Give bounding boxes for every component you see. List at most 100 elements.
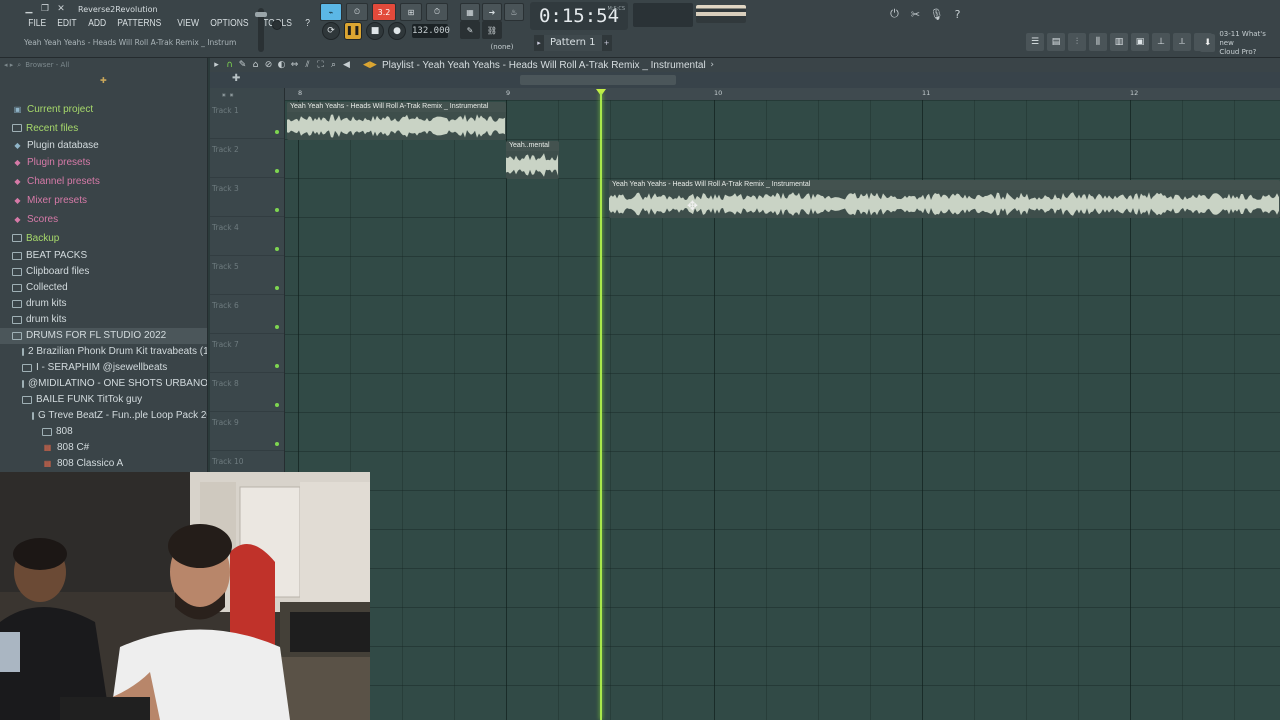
news-panel[interactable]: ⬇ 03-11 What's new Cloud Pro? bbox=[1200, 30, 1280, 56]
track-mute-led[interactable] bbox=[275, 442, 279, 446]
paint-icon[interactable]: ⌂ bbox=[249, 59, 262, 72]
minimize-icon[interactable]: ▁ bbox=[24, 4, 34, 14]
close-icon[interactable]: ✕ bbox=[56, 4, 66, 14]
slip-icon[interactable]: ⇔ bbox=[288, 59, 301, 72]
menu-file[interactable]: FILE bbox=[24, 17, 50, 33]
stop-button[interactable]: ■ bbox=[366, 22, 384, 40]
stretch-icon[interactable]: ▣ bbox=[230, 92, 234, 97]
playhead[interactable] bbox=[600, 93, 602, 720]
pattern-selector[interactable]: ▸ Pattern 1 + bbox=[534, 34, 624, 52]
help-icon[interactable]: ? bbox=[949, 5, 966, 23]
track-header[interactable]: Track 8 bbox=[210, 373, 284, 412]
arrow-right-icon[interactable]: ➜ bbox=[482, 3, 502, 21]
timeline-ruler[interactable]: 8 9 10 11 12 bbox=[285, 88, 1280, 100]
track-mute-led[interactable] bbox=[275, 130, 279, 134]
piano-roll-view-icon[interactable]: ▤ bbox=[1047, 33, 1065, 51]
browser-item[interactable]: G Treve BeatZ - Fun..ple Loop Pack 2022 bbox=[0, 408, 207, 424]
mic-icon[interactable]: 🎙 bbox=[928, 5, 945, 23]
master-pitch-knob[interactable] bbox=[272, 20, 282, 30]
browser-item[interactable]: @MIDILATINO - ONE SHOTS URBANOS VOL. 2 bbox=[0, 376, 207, 392]
stem-separator-icon[interactable]: ⟂ bbox=[1173, 33, 1191, 51]
browser-arrows-icon[interactable]: ◂ ▸ bbox=[4, 61, 13, 69]
step-edit-button[interactable]: ⊞ bbox=[400, 3, 422, 21]
record-button[interactable]: ● bbox=[388, 22, 406, 40]
track-header[interactable]: Track 9 bbox=[210, 412, 284, 451]
mute-icon[interactable]: ◐ bbox=[275, 59, 288, 72]
channel-rack-view-icon[interactable]: ⫶ bbox=[1068, 33, 1086, 51]
pattern-song-toggle[interactable]: ⌁ bbox=[320, 3, 342, 21]
browser-item[interactable]: ◆ Plugin database bbox=[0, 138, 207, 154]
browser-item[interactable]: 808 bbox=[0, 424, 207, 440]
track-mute-led[interactable] bbox=[275, 286, 279, 290]
typing-keyboard-icon[interactable]: ▦ bbox=[460, 3, 480, 21]
select-icon[interactable]: ⛶ bbox=[314, 59, 327, 72]
download-icon[interactable]: ⬇ bbox=[1200, 34, 1216, 52]
audio-clip[interactable]: Yeah Yeah Yeahs - Heads Will Roll A-Trak… bbox=[609, 180, 1280, 218]
track-header[interactable]: Track 4 bbox=[210, 217, 284, 256]
playlist-menu-icon[interactable]: ▸ bbox=[210, 59, 223, 72]
playback-icon[interactable]: ◀ bbox=[340, 59, 353, 72]
browser-item[interactable]: ◆ Scores bbox=[0, 210, 207, 229]
track-header[interactable]: Track 1 bbox=[210, 100, 284, 139]
add-track-icon[interactable]: ✚ bbox=[232, 73, 254, 87]
browser-item[interactable]: BEAT PACKS bbox=[0, 248, 207, 264]
track-header[interactable]: Track 3 bbox=[210, 178, 284, 217]
browser-item[interactable]: ▦ 808 C# bbox=[0, 440, 207, 456]
browser-item[interactable]: ▦ 808 Classico A bbox=[0, 456, 207, 472]
browser-item[interactable]: ◆ Plugin presets bbox=[0, 154, 207, 173]
browser-view-icon[interactable]: ▥ bbox=[1110, 33, 1128, 51]
track-mute-led[interactable] bbox=[275, 208, 279, 212]
track-mute-led[interactable] bbox=[275, 403, 279, 407]
menu-patterns[interactable]: PATTERNS bbox=[113, 17, 166, 33]
slice-icon[interactable]: ⫽ bbox=[301, 59, 314, 72]
browser-snap-icon[interactable]: ✚ bbox=[100, 76, 107, 85]
power-icon[interactable]: ⏻ bbox=[886, 5, 903, 23]
restore-icon[interactable]: ❐ bbox=[40, 4, 50, 14]
pause-button[interactable]: ❚❚ bbox=[344, 22, 362, 40]
track-header[interactable]: Track 5 bbox=[210, 256, 284, 295]
pattern-add-icon[interactable]: + bbox=[601, 35, 612, 51]
tools-icon[interactable]: ✂ bbox=[907, 5, 924, 23]
browser-item[interactable]: ◆ Mixer presets bbox=[0, 191, 207, 210]
browser-item[interactable]: Collected bbox=[0, 280, 207, 296]
audio-clip[interactable]: Yeah Yeah Yeahs - Heads Will Roll A-Trak… bbox=[287, 102, 506, 140]
track-mute-led[interactable] bbox=[275, 247, 279, 251]
tempo-tapper-icon[interactable]: ⊥ bbox=[1152, 33, 1170, 51]
menu-options[interactable]: OPTIONS bbox=[206, 17, 253, 33]
playlist-view-icon[interactable]: ☰ bbox=[1026, 33, 1044, 51]
magnet-icon[interactable]: ∩ bbox=[223, 59, 236, 72]
menu-help[interactable]: ? bbox=[301, 17, 314, 33]
mixer-view-icon[interactable]: ⫼ bbox=[1089, 33, 1107, 51]
menu-add[interactable]: ADD bbox=[84, 17, 110, 33]
x-cross-icon[interactable]: ▣ bbox=[222, 92, 226, 97]
pencil-icon[interactable]: ✎ bbox=[236, 59, 249, 72]
menu-view[interactable]: VIEW bbox=[173, 17, 203, 33]
playlist-play-icon[interactable]: ◀▶ bbox=[363, 59, 377, 72]
browser-item[interactable]: 2 Brazilian Phonk Drum Kit travabeats (1… bbox=[0, 344, 207, 360]
browser-item[interactable]: Recent files bbox=[0, 119, 207, 138]
track-mute-led[interactable] bbox=[275, 325, 279, 329]
loop-icon[interactable]: ⟳ bbox=[322, 22, 340, 40]
browser-item[interactable]: drum kits bbox=[0, 296, 207, 312]
browser-filter-icon[interactable]: ⌕ bbox=[17, 61, 21, 70]
metronome-button[interactable]: ⏲ bbox=[346, 3, 368, 21]
browser-item[interactable]: Clipboard files bbox=[0, 264, 207, 280]
track-mute-led[interactable] bbox=[275, 169, 279, 173]
browser-item[interactable]: ▣ Current project bbox=[0, 100, 207, 119]
blend-notes-icon[interactable]: ♨ bbox=[504, 3, 524, 21]
browser-item[interactable]: BAILE FUNK TitTok guy bbox=[0, 392, 207, 408]
track-header[interactable]: Track 7 bbox=[210, 334, 284, 373]
browser-item[interactable]: I - SERAPHIM @jsewellbeats bbox=[0, 360, 207, 376]
track-header[interactable]: Track 6 bbox=[210, 295, 284, 334]
snap-selector[interactable]: (none) bbox=[480, 40, 524, 54]
record-mode-badge[interactable]: 3.2 bbox=[372, 3, 396, 21]
audio-clip[interactable]: Yeah..mental bbox=[506, 141, 559, 179]
browser-item[interactable]: Backup bbox=[0, 229, 207, 248]
playlist-horizontal-scrollbar[interactable] bbox=[520, 75, 676, 85]
browser-item[interactable]: ◆ Channel presets bbox=[0, 172, 207, 191]
browser-item[interactable]: drum kits bbox=[0, 312, 207, 328]
track-mute-led[interactable] bbox=[275, 364, 279, 368]
zoom-icon[interactable]: ⌕ bbox=[327, 59, 340, 72]
pencil-snap-icon[interactable]: ✎ bbox=[460, 21, 480, 39]
pattern-prev-icon[interactable]: ▸ bbox=[534, 35, 544, 51]
